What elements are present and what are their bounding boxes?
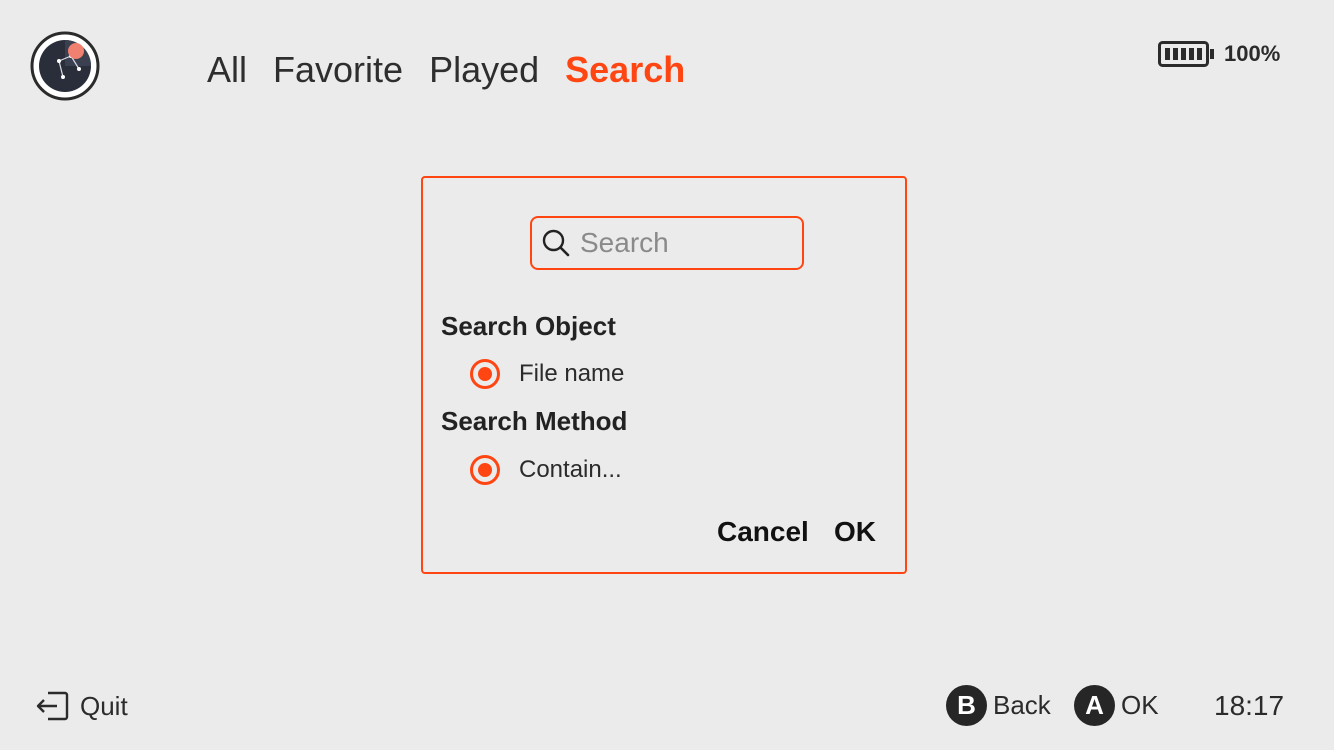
search-object-title: Search Object (441, 311, 616, 341)
radio-label-contain: Contain... (519, 456, 622, 483)
tab-all[interactable]: All (207, 49, 247, 91)
radio-label-file-name: File name (519, 360, 625, 387)
app-logo (30, 31, 100, 101)
ok-hint[interactable]: A OK (1074, 685, 1159, 726)
app-logo-icon (30, 31, 100, 101)
search-icon (542, 229, 570, 257)
a-button-icon: A (1074, 685, 1115, 726)
tab-favorite[interactable]: Favorite (273, 49, 403, 91)
battery-percent: 100% (1224, 41, 1281, 66)
radio-file-name[interactable]: File name (470, 359, 624, 389)
back-label: Back (993, 690, 1051, 720)
search-input[interactable] (580, 224, 790, 262)
clock: 18:17 (1214, 690, 1285, 721)
tab-played[interactable]: Played (429, 49, 539, 91)
cancel-button[interactable]: Cancel (717, 516, 809, 548)
ok-hint-label: OK (1121, 690, 1159, 720)
back-hint[interactable]: B Back (946, 685, 1051, 726)
search-field[interactable] (530, 216, 804, 270)
battery-status: 100% (1158, 40, 1280, 68)
tab-search[interactable]: Search (565, 49, 685, 91)
ok-button[interactable]: OK (834, 516, 876, 548)
b-button-icon: B (946, 685, 987, 726)
radio-contain[interactable]: Contain... (470, 455, 622, 485)
radio-button-selected[interactable] (470, 455, 500, 485)
search-method-title: Search Method (441, 406, 628, 436)
search-dialog: Search Object File name Search Method Co… (421, 176, 907, 574)
radio-button-selected[interactable] (470, 359, 500, 389)
battery-icon (1158, 41, 1214, 67)
quit-label: Quit (80, 690, 128, 721)
quit-icon (36, 691, 69, 721)
quit-button[interactable]: Quit (34, 687, 128, 725)
nav-tabs: All Favorite Played Search (207, 44, 711, 96)
